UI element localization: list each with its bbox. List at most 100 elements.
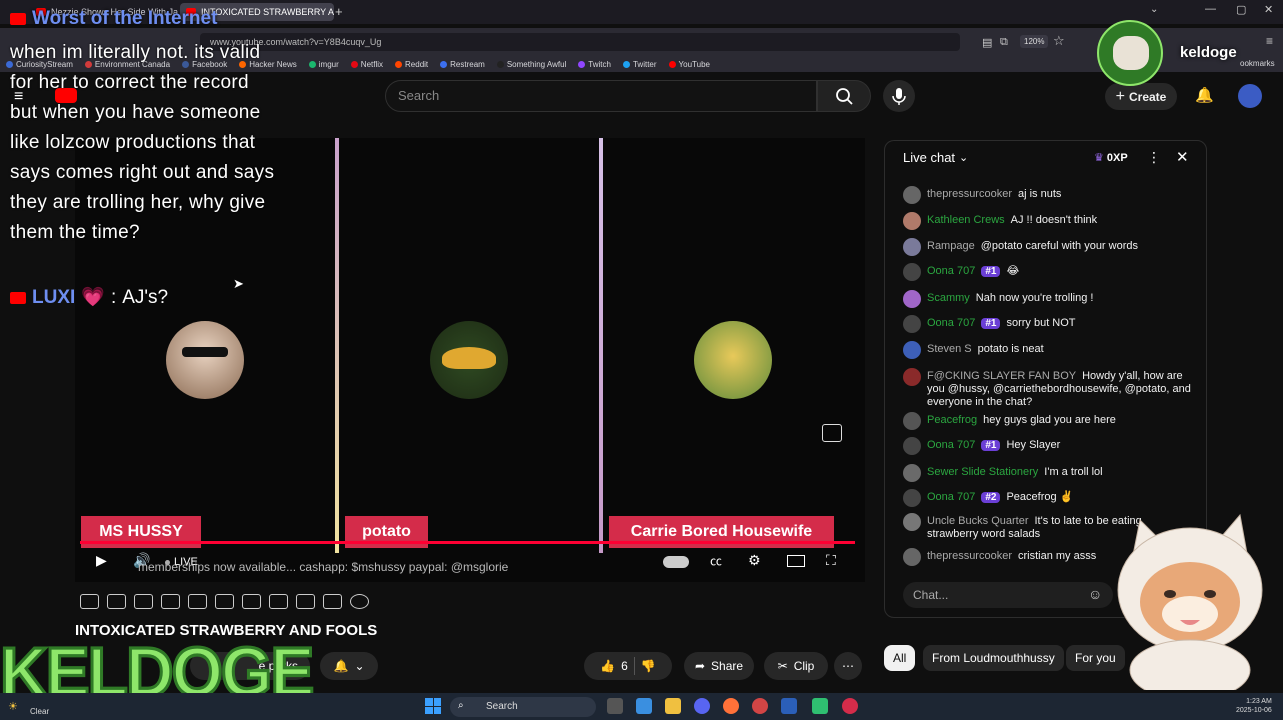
create-button[interactable]: + Create <box>1105 83 1177 110</box>
chat-author-avatar[interactable] <box>903 548 921 566</box>
chat-author[interactable]: Steven S <box>927 343 972 355</box>
plus-icon[interactable]: + <box>335 4 343 19</box>
copilot-icon[interactable] <box>636 698 652 714</box>
bookmark-item[interactable]: imgur <box>308 60 339 69</box>
screenshot-icon[interactable]: ⧉ <box>1000 36 1008 49</box>
chat-author[interactable]: Rampage <box>927 240 975 252</box>
chat-author[interactable]: Scammy <box>927 292 970 304</box>
chat-author-avatar[interactable] <box>903 186 921 204</box>
chat-author-avatar[interactable] <box>903 412 921 430</box>
live-chat-title[interactable]: Live chat ⌄ <box>903 150 968 165</box>
emoji-icon[interactable]: ☺ <box>1088 586 1102 602</box>
chat-author-avatar[interactable] <box>903 464 921 482</box>
chat-author-avatar[interactable] <box>903 212 921 230</box>
bookmark-item[interactable]: Twitch <box>578 60 611 69</box>
chip-all[interactable]: All <box>884 645 916 671</box>
theater-mode-icon[interactable] <box>787 555 805 567</box>
chat-author[interactable]: Oona 707 <box>927 265 975 277</box>
search-input[interactable]: Search <box>385 80 817 112</box>
chat-author[interactable]: Kathleen Crews <box>927 214 1005 226</box>
chat-author[interactable]: Oona 707 <box>927 317 975 329</box>
chat-author[interactable]: Uncle Bucks Quarter <box>927 515 1028 527</box>
share-button[interactable]: ➦ Share <box>684 652 754 680</box>
cinema-icon[interactable] <box>134 593 153 609</box>
subscribe-notification-button[interactable]: 🔔 ⌄ <box>320 652 378 680</box>
chat-author-avatar[interactable] <box>903 368 921 386</box>
bookmark-star-icon[interactable]: ☆ <box>1053 33 1065 49</box>
system-clock[interactable]: 1:23 AM 2025-10-06 <box>1236 697 1272 715</box>
close-chat-icon[interactable]: ✕ <box>1176 148 1189 166</box>
bookmark-item[interactable]: Something Awful <box>496 60 566 69</box>
account-avatar[interactable] <box>1238 84 1262 108</box>
autoplay-toggle[interactable] <box>663 556 689 568</box>
word-icon[interactable] <box>781 698 797 714</box>
url-input[interactable]: www.youtube.com/watch?v=Y8B4cuqv_Ug <box>200 33 960 51</box>
app-icon[interactable] <box>812 698 828 714</box>
menu-icon[interactable]: ≡ <box>1266 34 1273 48</box>
chat-author[interactable]: F@CKING SLAYER FAN BOY <box>927 370 1076 382</box>
chip-from-channel[interactable]: From Loudmouthhussy <box>923 645 1064 671</box>
calendar-icon[interactable] <box>161 593 180 609</box>
other-bookmarks[interactable]: ookmarks <box>1240 59 1275 68</box>
broadcast-icon[interactable] <box>107 593 126 609</box>
fullscreen-icon[interactable]: ⛶ <box>826 552 836 569</box>
like-button[interactable]: 👍 6 <box>600 659 628 673</box>
search-button[interactable] <box>817 80 871 112</box>
chat-author[interactable]: Peacefrog <box>927 414 977 426</box>
popout-icon[interactable] <box>188 593 207 609</box>
app-icon[interactable] <box>752 698 768 714</box>
chat-author-avatar[interactable] <box>903 489 921 507</box>
settings-gear-icon[interactable]: ⚙ <box>748 552 761 569</box>
bookmark-item[interactable]: Twitter <box>622 60 657 69</box>
chat-author[interactable]: Oona 707 <box>927 439 975 451</box>
chat-author-avatar[interactable] <box>903 238 921 256</box>
speed-icon[interactable] <box>242 593 261 609</box>
minimize-icon[interactable]: — <box>1205 3 1216 15</box>
chat-author-avatar[interactable] <box>903 513 921 531</box>
chevron-down-icon[interactable]: ⌄ <box>1150 4 1158 15</box>
task-view-icon[interactable] <box>607 698 623 714</box>
chat-author-avatar[interactable] <box>903 341 921 359</box>
chat-author-avatar[interactable] <box>903 315 921 333</box>
keyboard-icon[interactable] <box>323 593 342 609</box>
chat-author-avatar[interactable] <box>903 263 921 281</box>
taskbar-search[interactable]: Search <box>450 697 596 717</box>
add-icon[interactable] <box>269 593 288 609</box>
chat-author[interactable]: Oona 707 <box>927 491 975 503</box>
firefox-icon[interactable] <box>723 698 739 714</box>
camera-icon[interactable] <box>296 593 315 609</box>
frame-icon[interactable] <box>215 593 234 609</box>
notifications-bell-icon[interactable]: 🔔 <box>1195 86 1214 104</box>
maximize-icon[interactable]: ▢ <box>1236 3 1246 16</box>
chat-author-avatar[interactable] <box>903 290 921 308</box>
discord-icon[interactable] <box>694 698 710 714</box>
bookmark-item[interactable]: YouTube <box>668 60 710 69</box>
weather-label[interactable]: Clear <box>30 707 49 716</box>
bookmark-item[interactable]: Netflix <box>350 60 383 69</box>
play-icon[interactable]: ▶ <box>96 552 107 569</box>
xp-badge[interactable]: ♛ 0XP <box>1094 151 1128 165</box>
file-explorer-icon[interactable] <box>665 698 681 714</box>
miniplayer-icon[interactable] <box>822 424 842 442</box>
captions-icon[interactable]: ㏄ <box>710 552 722 569</box>
progress-bar[interactable] <box>80 541 855 544</box>
thumbs-down-icon[interactable]: 👎 <box>641 659 656 673</box>
chat-author-avatar[interactable] <box>903 437 921 455</box>
zoom-level[interactable]: 120% <box>1020 35 1049 48</box>
more-actions-button[interactable]: ⋯ <box>834 652 862 680</box>
more-vert-icon[interactable]: ⋮ <box>1147 149 1161 166</box>
loop-icon[interactable] <box>80 593 99 609</box>
close-icon[interactable]: ✕ <box>1264 3 1273 16</box>
reader-mode-icon[interactable]: ▤ <box>982 36 992 49</box>
bookmark-item[interactable]: Reddit <box>395 60 428 69</box>
bookmark-item[interactable]: Restream <box>440 60 485 69</box>
chat-author[interactable]: Sewer Slide Stationery <box>927 466 1038 478</box>
chat-input[interactable]: Chat... <box>903 582 1113 608</box>
gear-icon[interactable] <box>350 593 369 609</box>
chat-author[interactable]: thepressurcooker <box>927 550 1012 562</box>
clip-button[interactable]: ✂ Clip <box>764 652 828 680</box>
app-icon[interactable] <box>842 698 858 714</box>
voice-search-button[interactable] <box>883 80 915 112</box>
windows-start-icon[interactable] <box>425 698 441 714</box>
chat-author[interactable]: thepressurcooker <box>927 188 1012 200</box>
